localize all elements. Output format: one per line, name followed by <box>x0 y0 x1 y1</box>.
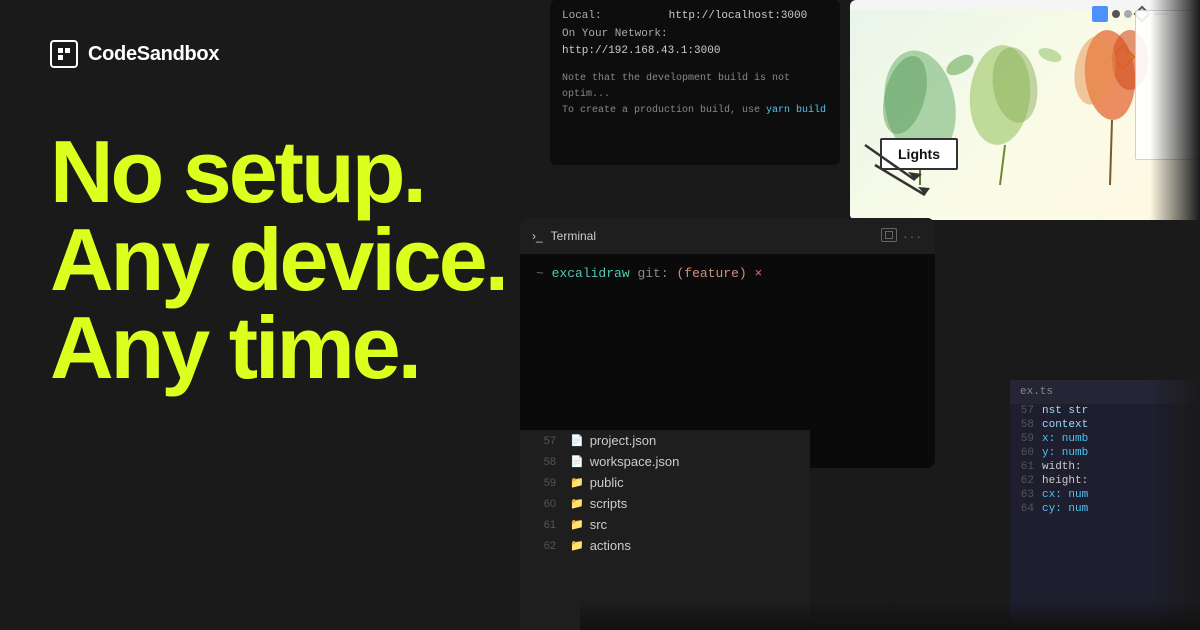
hero-line1: No setup. <box>50 128 530 216</box>
code-line: 63cx: num <box>1010 488 1200 502</box>
folder-icon: 📁 <box>570 518 584 531</box>
drawing-arrows-svg <box>860 140 940 200</box>
network-label: On Your Network: <box>562 26 668 44</box>
file-name: actions <box>590 538 631 553</box>
dev-server-content: Local: http://localhost:3000 On Your Net… <box>550 0 840 127</box>
drawing-card <box>1135 10 1200 160</box>
code-lines: 57nst str58context59x: numb60y: numb61wi… <box>1010 404 1200 516</box>
code-line: 60y: numb <box>1010 446 1200 460</box>
code-line: 57nst str <box>1010 404 1200 418</box>
file-tree-item[interactable]: 59📁public <box>520 472 810 493</box>
code-filename: ex.ts <box>1010 380 1200 404</box>
code-line: 61width: <box>1010 460 1200 474</box>
hero-line2: Any device. <box>50 216 530 304</box>
local-url-line: Local: http://localhost:3000 <box>562 8 828 26</box>
hero-section: CodeSandbox No setup. Any device. Any ti… <box>0 0 580 630</box>
file-name: scripts <box>590 496 628 511</box>
hero-line3: Any time. <box>50 304 530 392</box>
panels-section: Local: http://localhost:3000 On Your Net… <box>520 0 1200 630</box>
file-tree-item[interactable]: 62📁actions <box>520 535 810 556</box>
terminal-git-modified: × <box>755 266 763 281</box>
file-name: workspace.json <box>590 454 680 469</box>
terminal-title: Terminal <box>551 229 873 243</box>
terminal-more-icon[interactable]: ··· <box>903 228 923 244</box>
folder-icon: 📁 <box>570 539 584 552</box>
local-url: http://localhost:3000 <box>669 10 808 22</box>
code-line: 58context <box>1010 418 1200 432</box>
dev-server-note: Note that the development build is not o… <box>562 71 828 119</box>
file-tree-item[interactable]: 58📄workspace.json <box>520 451 810 472</box>
terminal-git-prefix: git: <box>637 266 668 281</box>
file-tree-panel: 57📄project.json58📄workspace.json59📁publi… <box>520 430 810 630</box>
local-label: Local: <box>562 8 662 26</box>
code-line: 59x: numb <box>1010 432 1200 446</box>
terminal-header: ›_ Terminal ··· <box>520 218 935 254</box>
logo-container: CodeSandbox <box>50 40 530 68</box>
drawing-panel: → … Lights <box>850 0 1200 220</box>
terminal-git-branch: (feature) <box>676 266 746 281</box>
terminal-dirname: excalidraw <box>552 266 630 281</box>
file-tree-item[interactable]: 61📁src <box>520 514 810 535</box>
dev-server-panel: Local: http://localhost:3000 On Your Net… <box>550 0 840 165</box>
file-name: project.json <box>590 433 656 448</box>
code-line: 64cy: num <box>1010 502 1200 516</box>
file-name: public <box>590 475 624 490</box>
terminal-body: ~ excalidraw git: (feature) × <box>520 254 935 297</box>
terminal-maximize-icon[interactable] <box>881 228 897 242</box>
network-url-line: On Your Network: http://192.168.43.1:300… <box>562 26 828 61</box>
folder-icon: 📁 <box>570 497 584 510</box>
code-panel: ex.ts 57nst str58context59x: numb60y: nu… <box>1010 380 1200 630</box>
terminal-tilde: ~ <box>536 266 552 281</box>
file-tree-item[interactable]: 57📄project.json <box>520 430 810 451</box>
terminal-prompt-icon: ›_ <box>532 229 543 243</box>
network-url: http://192.168.43.1:3000 <box>562 45 720 57</box>
terminal-header-actions: ··· <box>881 228 923 244</box>
code-line: 62height: <box>1010 474 1200 488</box>
terminal-prompt-line: ~ excalidraw git: (feature) × <box>536 266 919 281</box>
file-tree-list: 57📄project.json58📄workspace.json59📁publi… <box>520 430 810 556</box>
file-name: src <box>590 517 607 532</box>
file-tree-item[interactable]: 60📁scripts <box>520 493 810 514</box>
hero-headline: No setup. Any device. Any time. <box>50 128 530 392</box>
file-icon: 📄 <box>570 455 584 468</box>
folder-icon: 📁 <box>570 476 584 489</box>
logo-text: CodeSandbox <box>88 43 219 66</box>
logo-icon <box>50 40 78 68</box>
file-icon: 📄 <box>570 434 584 447</box>
